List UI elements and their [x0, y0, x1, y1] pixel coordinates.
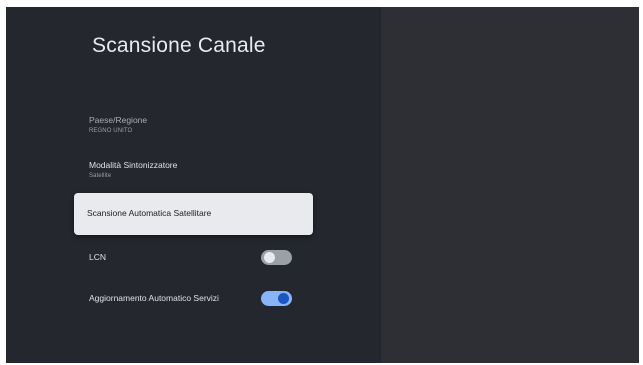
auto-update-services-label: Aggiornamento Automatico Servizi — [89, 293, 219, 303]
tuner-mode-label: Modalità Sintonizzatore — [89, 160, 178, 170]
auto-update-services-toggle[interactable] — [261, 291, 292, 306]
settings-panel: Scansione Canale Paese/Regione REGNO UNI… — [6, 7, 381, 363]
lcn-toggle[interactable] — [261, 250, 292, 265]
lcn-row[interactable]: LCN — [89, 250, 299, 266]
lcn-toggle-knob — [264, 252, 275, 263]
auto-satellite-scan-label: Scansione Automatica Satellitare — [87, 208, 212, 218]
tuner-mode-value: Satellite — [89, 173, 112, 179]
country-region-item[interactable]: Paese/Regione REGNO UNITO — [89, 115, 147, 136]
lcn-label: LCN — [89, 252, 107, 262]
country-region-label: Paese/Regione — [89, 115, 148, 125]
auto-satellite-scan-item[interactable]: Scansione Automatica Satellitare — [74, 193, 313, 235]
tuner-mode-item[interactable]: Modalità Sintonizzatore Satellite — [89, 160, 177, 181]
country-region-value: REGNO UNITO — [89, 128, 133, 134]
preview-panel — [381, 7, 639, 363]
auto-update-services-toggle-knob — [278, 293, 289, 304]
tv-screen: Scansione Canale Paese/Regione REGNO UNI… — [6, 7, 639, 363]
page-title: Scansione Canale — [92, 34, 266, 57]
auto-update-services-row[interactable]: Aggiornamento Automatico Servizi — [89, 291, 299, 307]
